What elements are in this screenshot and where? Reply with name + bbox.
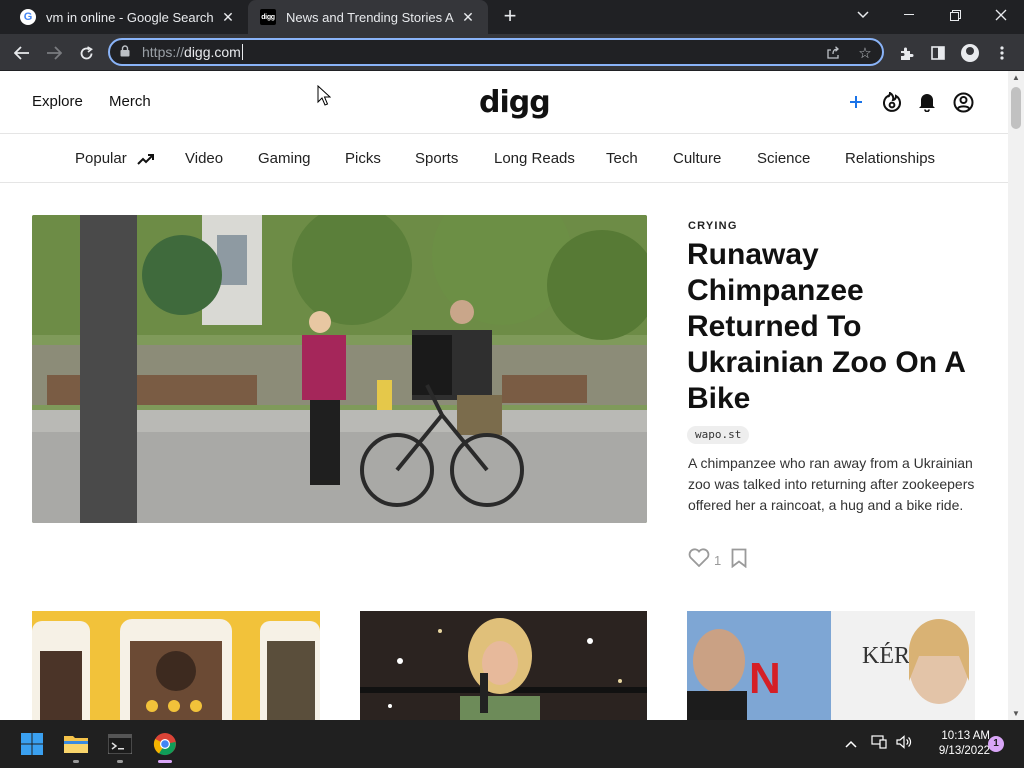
heart-icon[interactable] [688,548,710,572]
story-card-image[interactable]: KÉRA N [687,611,975,720]
digg-logo[interactable]: digg [479,85,551,120]
category-video[interactable]: Video [185,150,223,167]
svg-text:N: N [749,654,781,703]
explore-link[interactable]: Explore [32,93,83,110]
minimize-icon[interactable] [886,0,932,30]
close-tab-icon[interactable]: ✕ [460,9,476,26]
bookmark-icon[interactable] [731,548,747,573]
story-card-image[interactable] [32,611,320,720]
file-explorer-icon[interactable] [60,728,92,763]
plus-icon[interactable] [845,91,867,113]
like-count: 1 [714,552,722,568]
clock-date: 9/13/2022 [938,745,990,757]
close-tab-icon[interactable]: ✕ [220,9,236,26]
category-sports[interactable]: Sports [415,150,458,167]
tab-search-chevron-icon[interactable] [840,0,886,30]
page-scrollbar[interactable]: ▲ ▼ [1008,71,1024,720]
category-gaming[interactable]: Gaming [258,150,311,167]
profile-icon[interactable] [956,39,984,67]
tab-google-search[interactable]: G vm in online - Google Search ✕ [8,0,248,34]
category-nav: Popular Video Gaming Picks Sports Long R… [0,134,1008,183]
tab-title: vm in online - Google Search [46,9,214,25]
close-window-icon[interactable] [978,0,1024,30]
category-popular[interactable]: Popular [75,150,155,167]
taskbar-clock[interactable]: 10:13 AM 9/13/2022 [920,729,990,759]
story-kicker[interactable]: CRYING [688,220,738,232]
scrollbar-thumb[interactable] [1011,87,1021,129]
chrome-icon[interactable] [149,728,181,763]
reload-icon[interactable] [72,39,100,67]
google-icon: G [20,9,36,25]
tab-digg[interactable]: digg News and Trending Stories Aroun ✕ [248,0,488,34]
browser-toolbar: https://digg.com ☆ [0,34,1024,71]
category-relationships[interactable]: Relationships [845,150,935,167]
digg-favicon: digg [260,9,276,25]
extensions-icon[interactable] [892,39,920,67]
site-header: Explore Merch digg [0,71,1008,134]
windows-start-icon[interactable] [16,728,48,760]
network-icon[interactable] [871,735,887,752]
new-tab-button[interactable]: + [498,5,522,29]
fire-icon[interactable] [881,91,903,113]
notification-badge[interactable]: 1 [988,736,1004,752]
terminal-icon[interactable] [104,728,136,763]
featured-story-image[interactable] [32,215,647,523]
category-tech[interactable]: Tech [606,150,638,167]
tab-title: News and Trending Stories Aroun [286,9,454,25]
back-icon[interactable] [8,39,36,67]
trending-up-icon [137,154,154,165]
category-label: Popular [75,150,127,167]
source-link[interactable]: wapo.st [687,426,750,444]
more-menu-icon[interactable] [988,39,1016,67]
scroll-down-icon[interactable]: ▼ [1012,709,1020,718]
bookmark-star-icon[interactable]: ☆ [854,42,876,64]
notification-bell-icon[interactable] [916,91,938,113]
scroll-up-icon[interactable]: ▲ [1012,73,1020,82]
address-bar[interactable]: https://digg.com ☆ [108,38,884,66]
category-science[interactable]: Science [757,150,810,167]
digg-page: Explore Merch digg Popular Video Gaming … [0,71,1008,720]
clock-time: 10:13 AM [941,730,990,742]
browser-tab-bar: G vm in online - Google Search ✕ digg Ne… [0,0,1024,34]
story-actions: 1 [688,548,747,573]
story-description: A chimpanzee who ran away from a Ukraini… [688,455,975,513]
show-hidden-icons-chevron-icon[interactable] [845,735,857,751]
restore-icon[interactable] [932,0,978,30]
category-culture[interactable]: Culture [673,150,721,167]
text-caret [241,44,243,60]
category-picks[interactable]: Picks [345,150,381,167]
side-panel-icon[interactable] [924,39,952,67]
url-scheme: https:// [142,44,185,60]
featured-headline[interactable]: Runaway Chimpanzee Returned To Ukrainian… [687,237,987,417]
forward-icon[interactable] [40,39,68,67]
lock-icon[interactable] [120,44,134,60]
category-long-reads[interactable]: Long Reads [494,150,575,167]
url-host: digg.com [184,44,241,60]
story-card-image[interactable] [360,611,647,720]
windows-taskbar: 10:13 AM 9/13/2022 1 [0,720,1024,768]
merch-link[interactable]: Merch [109,93,151,110]
volume-icon[interactable] [896,735,912,752]
account-icon[interactable] [952,91,974,113]
share-icon[interactable] [822,42,844,64]
